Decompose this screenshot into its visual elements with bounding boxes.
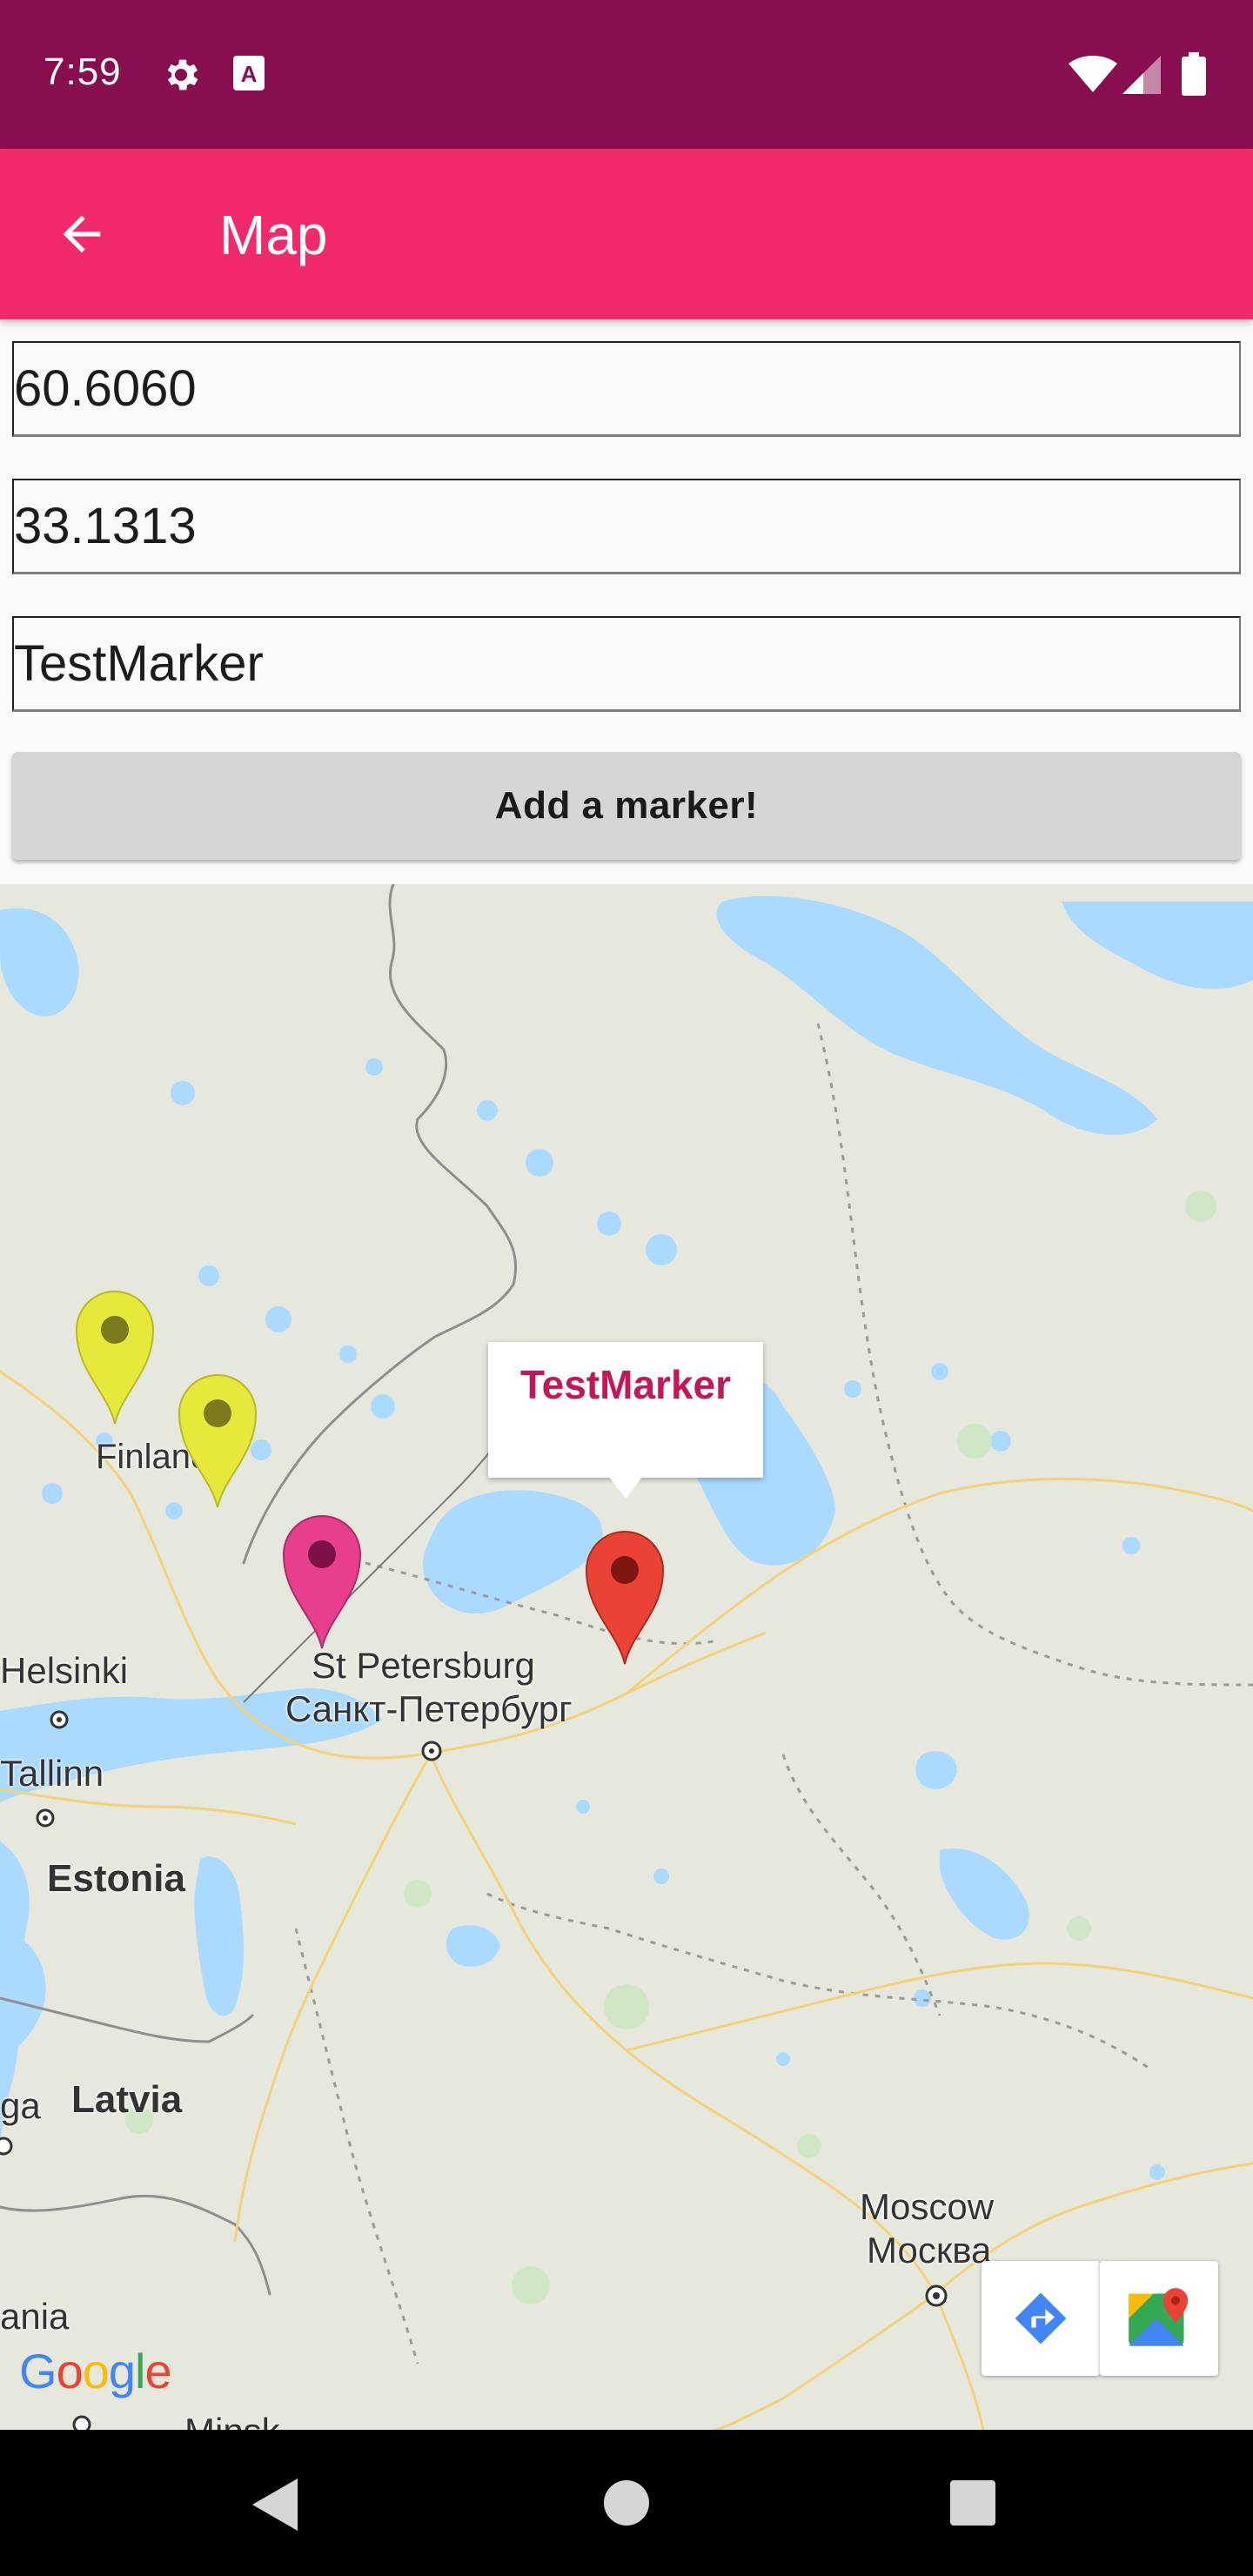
lake-onega-upper — [1062, 902, 1253, 989]
marker-yellow-2[interactable] — [176, 1372, 259, 1511]
google-logo-letter: o — [56, 2344, 84, 2398]
rybinsk — [940, 1848, 1029, 1940]
label-st-petersburg-ru: Санкт-Петербург — [285, 1688, 573, 1729]
border-fi-ru — [242, 884, 518, 1565]
google-logo-letter: o — [82, 2344, 110, 2398]
label-moscow: Moscow — [860, 2186, 995, 2227]
latitude-field[interactable] — [12, 341, 1241, 437]
info-window-title: TestMarker — [519, 1362, 732, 1407]
back-triangle-icon[interactable] — [252, 2479, 298, 2535]
google-logo-letter: g — [108, 2344, 136, 2398]
add-marker-button[interactable]: Add a marker! — [12, 752, 1241, 860]
status-time: 7:59 — [44, 50, 122, 93]
border-lat-bel — [0, 2194, 271, 2296]
svg-text:A: A — [241, 61, 258, 87]
lake-nw — [0, 908, 79, 1016]
directions-button[interactable] — [982, 2261, 1100, 2376]
marker-info-window[interactable]: TestMarker — [488, 1342, 763, 1499]
directions-icon — [1015, 2292, 1067, 2345]
label-minsk-partial: Minsk — [184, 2411, 280, 2430]
info-window-tail — [608, 1476, 643, 1499]
label-latvia: Latvia — [71, 2078, 183, 2121]
wifi-icon — [1069, 56, 1117, 98]
google-logo-letter: l — [135, 2344, 145, 2398]
google-logo-letter: e — [144, 2344, 171, 2398]
google-logo: Google — [19, 2343, 172, 2399]
label-riga-partial: ga — [0, 2085, 41, 2126]
a-notification-icon: A — [231, 54, 266, 97]
label-estonia: Estonia — [47, 1857, 185, 1900]
navigation-bar — [0, 2430, 1253, 2576]
lake-peipus — [194, 1856, 244, 2016]
lake-ilmen — [446, 1925, 500, 1967]
recents-square-icon[interactable] — [950, 2480, 995, 2530]
map-view[interactable]: Finland Helsinki Tallinn St Petersburg С… — [0, 884, 1253, 2430]
label-helsinki: Helsinki — [0, 1650, 129, 1691]
google-maps-icon — [1129, 2288, 1189, 2346]
page-title: Map — [219, 204, 328, 266]
arrow-left-icon[interactable] — [54, 206, 110, 262]
label-tallinn: Tallinn — [0, 1753, 104, 1794]
gulf-of-riga — [0, 1929, 46, 2059]
label-moscow-ru: Москва — [867, 2230, 992, 2271]
home-circle-icon[interactable] — [604, 2480, 649, 2530]
lake-beloye — [915, 1751, 957, 1789]
lake-ladoga — [422, 1490, 603, 1614]
battery-icon — [1182, 52, 1206, 100]
label-lithuania-partial: ania — [0, 2296, 70, 2337]
marker-pink[interactable] — [280, 1513, 364, 1652]
app-bar: Map — [0, 149, 1253, 319]
open-google-maps-button[interactable] — [1100, 2261, 1218, 2376]
marker-red[interactable] — [583, 1528, 667, 1667]
google-logo-letter: G — [19, 2344, 57, 2398]
signal-icon — [1122, 56, 1161, 98]
gear-icon — [160, 54, 202, 100]
longitude-field[interactable] — [12, 479, 1241, 574]
marker-name-field[interactable] — [12, 616, 1241, 712]
status-bar: 7:59 A — [0, 0, 1253, 149]
screen: 7:59 A Map Add a marker! — [0, 0, 1253, 2576]
marker-yellow-1[interactable] — [73, 1288, 157, 1427]
